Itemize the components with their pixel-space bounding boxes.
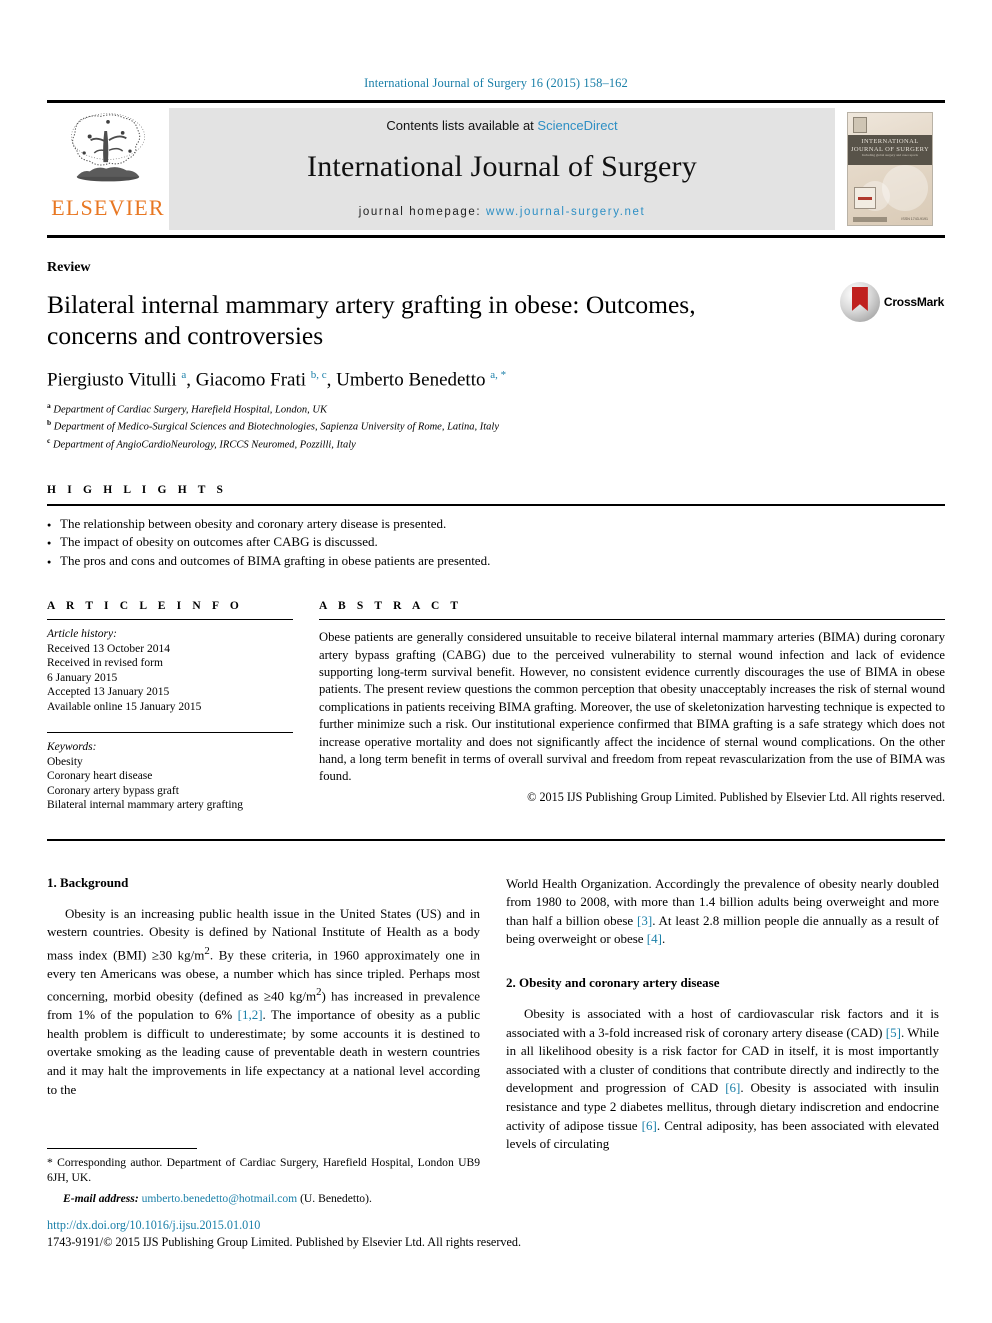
background-paragraph-continued: World Health Organization. Accordingly t… — [506, 875, 939, 949]
abstract-column: A B S T R A C T Obese patients are gener… — [319, 600, 945, 813]
history-accepted: Accepted 13 January 2015 — [47, 686, 170, 699]
article-title: Bilateral internal mammary artery grafti… — [47, 290, 696, 350]
keyword-item: Coronary artery bypass graft — [47, 784, 179, 797]
affiliation-marker-a: a — [47, 401, 51, 411]
keyword-item: Obesity — [47, 755, 83, 768]
citation-ref-6b[interactable]: [6] — [642, 1118, 657, 1133]
section-heading-obesity-cad: 2. Obesity and coronary artery disease — [506, 974, 720, 990]
highlight-item: The relationship between obesity and cor… — [47, 515, 945, 534]
affiliation-text-b: Department of Medico-Surgical Sciences a… — [53, 421, 499, 433]
elsevier-tree-icon — [71, 113, 145, 182]
body-column-right: World Health Organization. Accordingly t… — [506, 875, 939, 1154]
crossmark-label: CrossMark — [883, 295, 945, 309]
cover-subtitle: Including global surgery and case report… — [862, 153, 918, 157]
author-list: Piergiusto Vitulli a, Giacomo Frati b, c… — [47, 369, 507, 391]
highlight-item: The pros and cons and outcomes of BIMA g… — [47, 552, 945, 571]
citation-ref-3[interactable]: [3] — [637, 913, 652, 928]
article-body: 1. Background Obesity is an increasing p… — [47, 841, 945, 1154]
cover-crest-icon — [854, 187, 876, 209]
running-head: International Journal of Surgery 16 (201… — [364, 76, 628, 90]
cover-footer-bar — [853, 217, 887, 222]
corresponding-author-text: * Corresponding author. Department of Ca… — [47, 1156, 480, 1185]
cover-logo-box — [853, 117, 867, 133]
article-info-heading: A R T I C L E I N F O — [47, 600, 243, 613]
affiliation-list: a Department of Cardiac Surgery, Harefie… — [47, 400, 945, 451]
highlights-heading: H I G H L I G H T S — [47, 483, 228, 496]
citation-ref-6a[interactable]: [6] — [725, 1080, 740, 1095]
homepage-url-link[interactable]: www.journal-surgery.net — [486, 206, 645, 218]
cover-title-line1: INTERNATIONAL — [861, 138, 919, 145]
cover-issn: ISSN 1743-9191 — [901, 217, 928, 221]
keywords-label: Keywords: — [47, 741, 97, 754]
page-footer: http://dx.doi.org/10.1016/j.ijsu.2015.01… — [47, 1218, 945, 1250]
article-history-label: Article history: — [47, 628, 117, 641]
highlights-list: The relationship between obesity and cor… — [47, 506, 945, 571]
article-info-column: A R T I C L E I N F O Article history: R… — [47, 600, 293, 813]
issn-copyright-line: 1743-9191/© 2015 IJS Publishing Group Li… — [47, 1235, 522, 1249]
body-column-left: 1. Background Obesity is an increasing p… — [47, 875, 480, 1154]
doi-link[interactable]: http://dx.doi.org/10.1016/j.ijsu.2015.01… — [47, 1218, 945, 1233]
journal-article-page: International Journal of Surgery 16 (201… — [0, 0, 992, 1323]
email-address-link[interactable]: umberto.benedetto@hotmail.com — [142, 1192, 298, 1205]
history-available-online: Available online 15 January 2015 — [47, 700, 202, 713]
sciencedirect-link[interactable]: ScienceDirect — [537, 118, 617, 133]
journal-title: International Journal of Surgery — [307, 150, 697, 183]
footnote-rule — [47, 1148, 197, 1149]
abstract-text: Obese patients are generally considered … — [319, 630, 945, 784]
citation-ref-5[interactable]: [5] — [886, 1025, 901, 1040]
affiliation-marker-b: b — [47, 418, 52, 428]
cover-image: INTERNATIONAL JOURNAL OF SURGERY Includi… — [847, 112, 933, 226]
contents-available-line: Contents lists available at ScienceDirec… — [386, 118, 617, 133]
highlights-section: H I G H L I G H T S The relationship bet… — [47, 452, 945, 571]
cover-title-line2: JOURNAL OF SURGERY — [850, 145, 930, 153]
highlight-item: The impact of obesity on outcomes after … — [47, 533, 945, 552]
crossmark-icon — [839, 282, 880, 322]
abstract-copyright: © 2015 IJS Publishing Group Limited. Pub… — [527, 789, 945, 804]
citation-ref-4[interactable]: [4] — [647, 931, 662, 946]
article-header: CrossMark Review Bilateral internal mamm… — [47, 260, 945, 452]
article-type: Review — [47, 260, 91, 275]
citation-ref-1-2[interactable]: [1,2] — [238, 1007, 263, 1022]
abstract-heading: A B S T R A C T — [319, 600, 463, 613]
crossmark-badge[interactable]: CrossMark — [839, 282, 945, 322]
info-abstract-row: A R T I C L E I N F O Article history: R… — [47, 570, 945, 813]
contents-prefix: Contents lists available at — [386, 118, 538, 133]
journal-homepage-line: journal homepage: www.journal-surgery.ne… — [359, 206, 646, 218]
email-owner: (U. Benedetto). — [300, 1191, 372, 1205]
keyword-item: Bilateral internal mammary artery grafti… — [47, 799, 244, 812]
journal-band: Contents lists available at ScienceDirec… — [169, 108, 835, 230]
email-label: E-mail address: — [63, 1191, 139, 1205]
affiliation-c: c Department of AngioCardioNeurology, IR… — [47, 435, 945, 452]
history-received: Received 13 October 2014 — [47, 642, 170, 655]
background-paragraph: Obesity is an increasing public health i… — [47, 905, 480, 1100]
cont-text-c: . — [661, 931, 666, 947]
section-heading-background: 1. Background — [47, 874, 129, 890]
obesity-cad-paragraph: Obesity is associated with a host of car… — [506, 1005, 939, 1154]
elsevier-wordmark: ELSEVIER — [51, 195, 165, 220]
publisher-logo[interactable]: ELSEVIER — [47, 103, 169, 235]
history-revised-date: 6 January 2015 — [47, 671, 118, 684]
affiliation-a: a Department of Cardiac Surgery, Harefie… — [47, 400, 945, 417]
article-history-block: Article history: Received 13 October 201… — [47, 620, 293, 714]
affiliation-b: b Department of Medico-Surgical Sciences… — [47, 417, 945, 434]
affiliation-marker-c: c — [47, 435, 51, 445]
affiliation-text-a: Department of Cardiac Surgery, Harefield… — [53, 404, 327, 416]
keyword-item: Coronary heart disease — [47, 770, 153, 783]
homepage-prefix: journal homepage: — [358, 206, 486, 218]
keywords-block: Keywords: Obesity Coronary heart disease… — [47, 733, 293, 813]
history-revised-label: Received in revised form — [47, 657, 163, 670]
email-footnote: E-mail address: umberto.benedetto@hotmai… — [47, 1191, 480, 1206]
corresponding-author-footnote: * Corresponding author. Department of Ca… — [47, 1148, 480, 1206]
cover-title-bar: INTERNATIONAL JOURNAL OF SURGERY Includi… — [848, 135, 932, 165]
journal-masthead: ELSEVIER Contents lists available at Sci… — [47, 100, 945, 238]
affiliation-text-c: Department of AngioCardioNeurology, IRCC… — [52, 439, 356, 451]
journal-cover-thumbnail[interactable]: INTERNATIONAL JOURNAL OF SURGERY Includi… — [835, 103, 945, 235]
cad-text-a: Obesity is associated with a host of car… — [506, 1005, 939, 1040]
